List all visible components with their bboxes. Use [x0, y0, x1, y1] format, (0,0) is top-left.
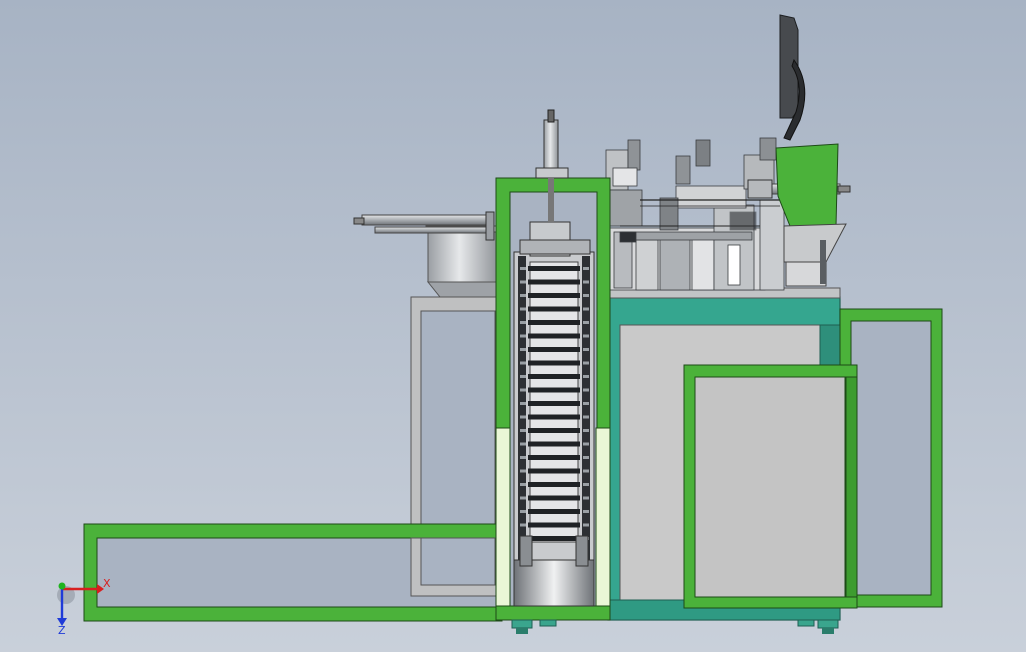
conveyor-slat [528, 347, 580, 352]
base-frame-left [83, 523, 503, 622]
chain-link [583, 456, 589, 459]
conveyor-slat [528, 306, 580, 312]
chain-link [520, 375, 526, 378]
chain-link [583, 429, 589, 432]
chain-link [583, 510, 589, 513]
conveyor-slat [528, 320, 580, 325]
chain-link [520, 348, 526, 351]
cad-viewport[interactable]: X Z [0, 0, 1026, 652]
chain-link [520, 267, 526, 270]
chain-link [520, 402, 526, 405]
chain-link [583, 402, 589, 405]
chain-link [520, 307, 526, 311]
chain-link [520, 388, 526, 392]
chain-link [583, 267, 589, 270]
chain-link [583, 415, 589, 419]
triad-z-label: Z [58, 624, 66, 637]
conveyor-slats [520, 266, 589, 541]
chain-link [583, 375, 589, 378]
conveyor-slat [528, 266, 580, 271]
chain-link [520, 415, 526, 419]
conveyor-slat [528, 509, 580, 514]
chain-link [583, 496, 589, 500]
upper-mechanism [585, 137, 785, 291]
leveling-feet [511, 619, 839, 634]
conveyor-slat [528, 293, 580, 298]
chain-link [583, 483, 589, 486]
conveyor-slat [528, 468, 580, 474]
chain-link [520, 429, 526, 432]
chain-link [583, 523, 589, 527]
chain-link [583, 334, 589, 338]
conveyor-slat [528, 414, 580, 420]
chain-link [583, 280, 589, 284]
chain-link [520, 496, 526, 500]
chain-link [583, 321, 589, 324]
chain-link [520, 456, 526, 459]
conveyor-slat [528, 360, 580, 366]
operator-monitor[interactable] [779, 14, 806, 141]
chain-link [520, 483, 526, 486]
conveyor-slat [528, 455, 580, 460]
chain-link [520, 321, 526, 324]
front-door-frame[interactable] [683, 364, 858, 609]
chain-link [583, 361, 589, 365]
right-chute [775, 143, 847, 287]
conveyor-slat [528, 536, 580, 541]
chain-link [583, 388, 589, 392]
conveyor-slat [528, 387, 580, 393]
chain-link [520, 469, 526, 473]
conveyor-slat [528, 441, 580, 447]
machine-assembly-drawing[interactable]: X Z [0, 0, 1026, 652]
chain-link [520, 361, 526, 365]
conveyor-slat [528, 374, 580, 379]
chain-link [583, 294, 589, 297]
chain-link [583, 307, 589, 311]
conveyor-slat [528, 482, 580, 487]
chain-link [520, 442, 526, 446]
triad-x-label: X [103, 577, 111, 590]
chain-link [520, 280, 526, 284]
conveyor-slat [528, 401, 580, 406]
conveyor-slat [528, 428, 580, 433]
conveyor-slat [528, 333, 580, 339]
chain-link [583, 469, 589, 473]
chain-link [583, 442, 589, 446]
chain-link [583, 348, 589, 351]
conveyor-slat [528, 495, 580, 501]
chain-link [520, 523, 526, 527]
chain-link [520, 334, 526, 338]
chain-link [520, 294, 526, 297]
conveyor-slat [528, 279, 580, 285]
chain-link [520, 510, 526, 513]
triad-y-axis [58, 582, 66, 590]
conveyor-slat [528, 522, 580, 528]
vertical-conveyor [513, 221, 595, 607]
